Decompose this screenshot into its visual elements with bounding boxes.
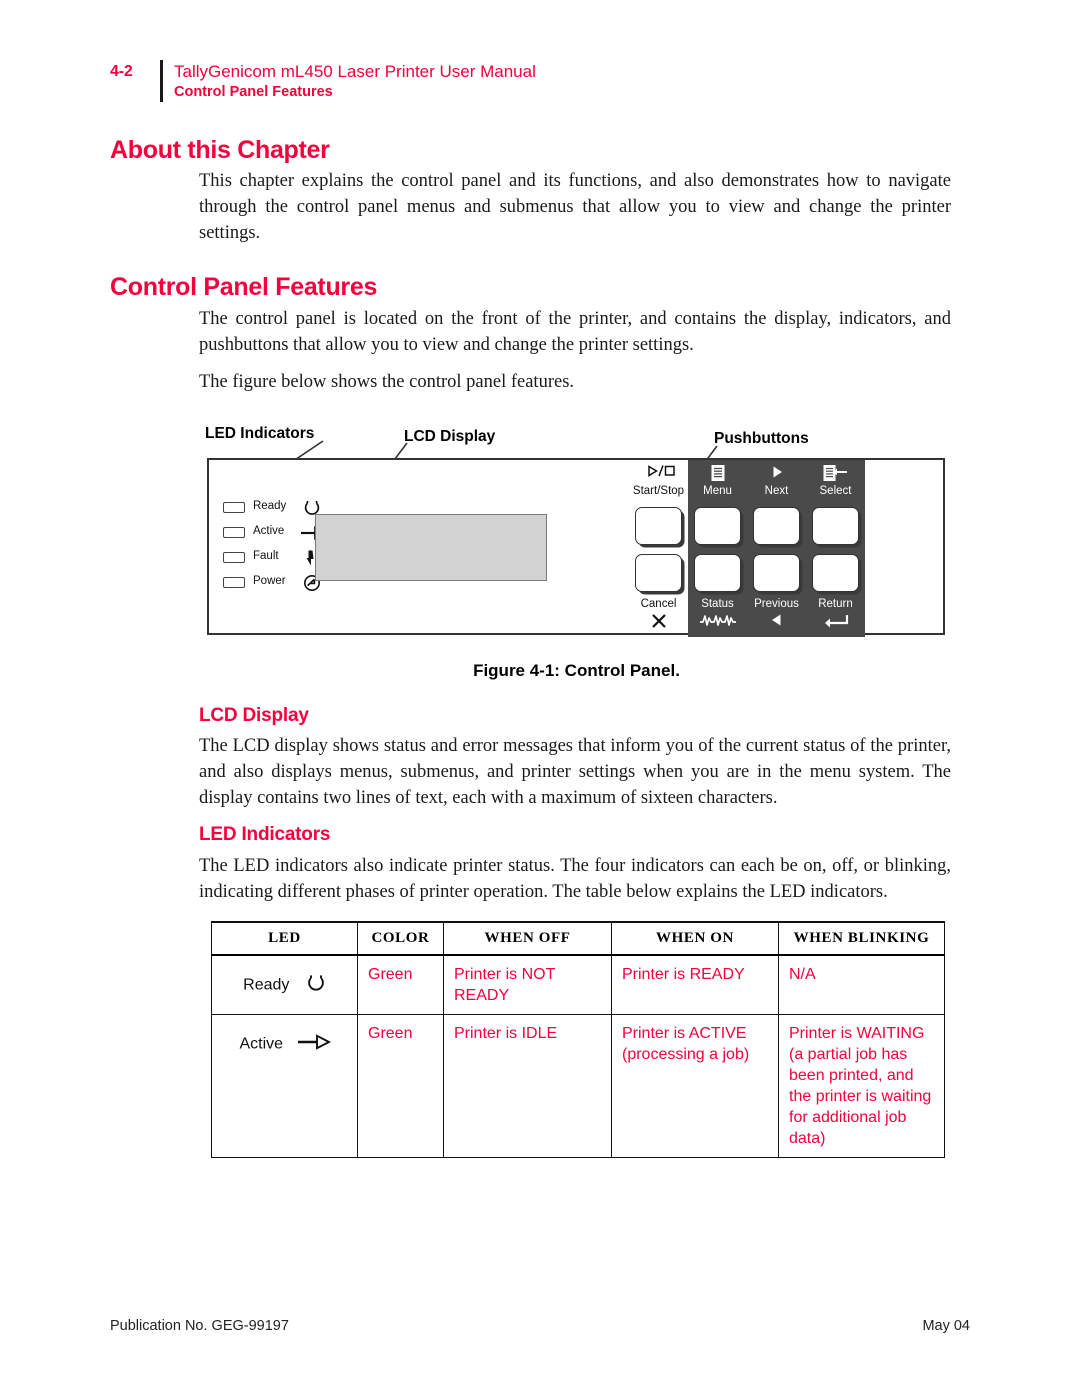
table-row: Ready Green Printer is NOT READY Printer… — [211, 954, 945, 1015]
header-divider-rule — [160, 60, 163, 102]
footer-publication-number: Publication No. GEG-99197 — [110, 1318, 289, 1334]
button-caption-return: Return — [806, 597, 865, 633]
pushbutton-group: Start/Stop Cancel Menu Status Next Previ… — [629, 460, 947, 637]
footer-date: May 04 — [922, 1318, 970, 1334]
menu-list-icon — [688, 464, 747, 484]
button-label-return: Return — [818, 598, 853, 610]
key-column-1: Start/Stop Cancel — [629, 460, 688, 637]
heading-about-this-chapter: About this Chapter — [110, 136, 330, 164]
button-caption-previous: Previous — [747, 597, 806, 633]
header-section-name: Control Panel Features — [174, 84, 333, 100]
pushbutton-select[interactable] — [812, 507, 859, 545]
pushbutton-cancel[interactable] — [635, 554, 682, 592]
pushbutton-return[interactable] — [812, 554, 859, 592]
x-icon — [629, 612, 688, 633]
button-label-menu: Menu — [703, 485, 732, 497]
callout-lcd-display: LCD Display — [404, 428, 496, 445]
pushbutton-menu[interactable] — [694, 507, 741, 545]
cell-color-active: Green — [357, 1014, 444, 1158]
column-header-color: COLOR — [357, 921, 444, 956]
table-led-label-active: Active — [239, 1035, 284, 1053]
heading-lcd-display: LCD Display — [199, 705, 309, 726]
cell-led-ready: Ready — [211, 954, 358, 1015]
enter-arrow-icon — [806, 612, 865, 633]
page-number: 4-2 — [110, 63, 133, 80]
led-lamp-ready — [223, 502, 245, 513]
paragraph-control-panel-intro: The control panel is located on the fron… — [199, 309, 951, 355]
column-header-when-off: WHEN OFF — [443, 921, 612, 956]
button-label-start-stop: Start/Stop — [632, 485, 685, 497]
select-arrow-icon — [806, 464, 865, 484]
page-footer: Publication No. GEG-99197 May 04 — [110, 1318, 970, 1334]
heading-led-indicators: LED Indicators — [199, 824, 331, 845]
heading-control-panel-features: Control Panel Features — [110, 273, 378, 301]
button-caption-menu: Menu — [688, 464, 747, 498]
waveform-icon — [688, 612, 747, 633]
paragraph-figure-lead-in: The figure below shows the control panel… — [199, 372, 575, 392]
cell-when-off-ready: Printer is NOT READY — [443, 954, 612, 1015]
left-triangle-icon — [747, 612, 806, 633]
key-column-2: Menu Status — [688, 460, 747, 637]
figure-control-panel: LED Indicators LCD Display Pushbuttons R… — [199, 425, 954, 695]
ready-circle-icon — [304, 972, 328, 999]
key-column-4: Select Return — [806, 460, 865, 637]
right-triangle-icon — [747, 464, 806, 484]
active-arrow-icon — [297, 1031, 332, 1058]
button-label-select: Select — [819, 485, 852, 497]
led-lamp-fault — [223, 552, 245, 563]
button-label-cancel: Cancel — [640, 598, 677, 610]
button-caption-status: Status — [688, 597, 747, 633]
led-label-ready: Ready — [253, 500, 287, 512]
callout-led-indicators: LED Indicators — [205, 425, 315, 442]
document-page: 4-2 TallyGenicom mL450 Laser Printer Use… — [0, 0, 1080, 1397]
pushbutton-status[interactable] — [694, 554, 741, 592]
button-label-previous: Previous — [754, 598, 799, 610]
column-header-when-on: WHEN ON — [611, 921, 779, 956]
column-header-led: LED — [211, 921, 358, 956]
pushbutton-next[interactable] — [753, 507, 800, 545]
running-header: 4-2 TallyGenicom mL450 Laser Printer Use… — [110, 60, 970, 106]
column-header-when-blinking: WHEN BLINKING — [778, 921, 945, 956]
button-label-next: Next — [764, 485, 789, 497]
button-caption-next: Next — [747, 464, 806, 498]
led-label-power: Power — [253, 575, 286, 587]
pushbutton-previous[interactable] — [753, 554, 800, 592]
led-label-active: Active — [253, 525, 285, 537]
cell-when-on-active: Printer is ACTIVE (processing a job) — [611, 1014, 779, 1158]
paragraph-about-this-chapter: This chapter explains the control panel … — [199, 171, 951, 243]
key-column-3: Next Previous — [747, 460, 806, 637]
cell-color-ready: Green — [357, 954, 444, 1015]
manual-title: TallyGenicom mL450 Laser Printer User Ma… — [174, 62, 536, 81]
button-label-status: Status — [701, 598, 734, 610]
cell-when-on-ready: Printer is READY — [611, 954, 779, 1015]
table-led-label-ready: Ready — [243, 976, 290, 994]
callout-pushbuttons: Pushbuttons — [714, 430, 809, 447]
paragraph-led-indicators: The LED indicators also indicate printer… — [199, 856, 951, 902]
play-stop-icon — [629, 464, 688, 484]
cell-led-active: Active — [211, 1014, 358, 1158]
led-label-fault: Fault — [253, 550, 279, 562]
pushbutton-start-stop[interactable] — [635, 507, 682, 545]
cell-when-off-active: Printer is IDLE — [443, 1014, 612, 1158]
figure-caption: Figure 4-1: Control Panel. — [473, 661, 680, 680]
table-row: Active Green Printer is IDLE Printer is … — [211, 1014, 945, 1158]
led-lamp-power — [223, 577, 245, 588]
led-indicator-table: LED COLOR WHEN OFF WHEN ON WHEN BLINKING… — [211, 921, 945, 1158]
control-panel-body: Ready Active Fault Power Start/Stop Canc… — [207, 458, 947, 637]
cell-when-blinking-active: Printer is WAITING (a partial job has be… — [778, 1014, 945, 1158]
cell-when-blinking-ready: N/A — [778, 954, 945, 1015]
lcd-display-screen — [315, 514, 547, 581]
button-caption-cancel: Cancel — [629, 597, 688, 633]
button-caption-start-stop: Start/Stop — [629, 464, 688, 498]
table-header-row: LED COLOR WHEN OFF WHEN ON WHEN BLINKING — [211, 921, 945, 956]
button-caption-select: Select — [806, 464, 865, 498]
paragraph-lcd-display: The LCD display shows status and error m… — [199, 736, 951, 808]
led-lamp-active — [223, 527, 245, 538]
